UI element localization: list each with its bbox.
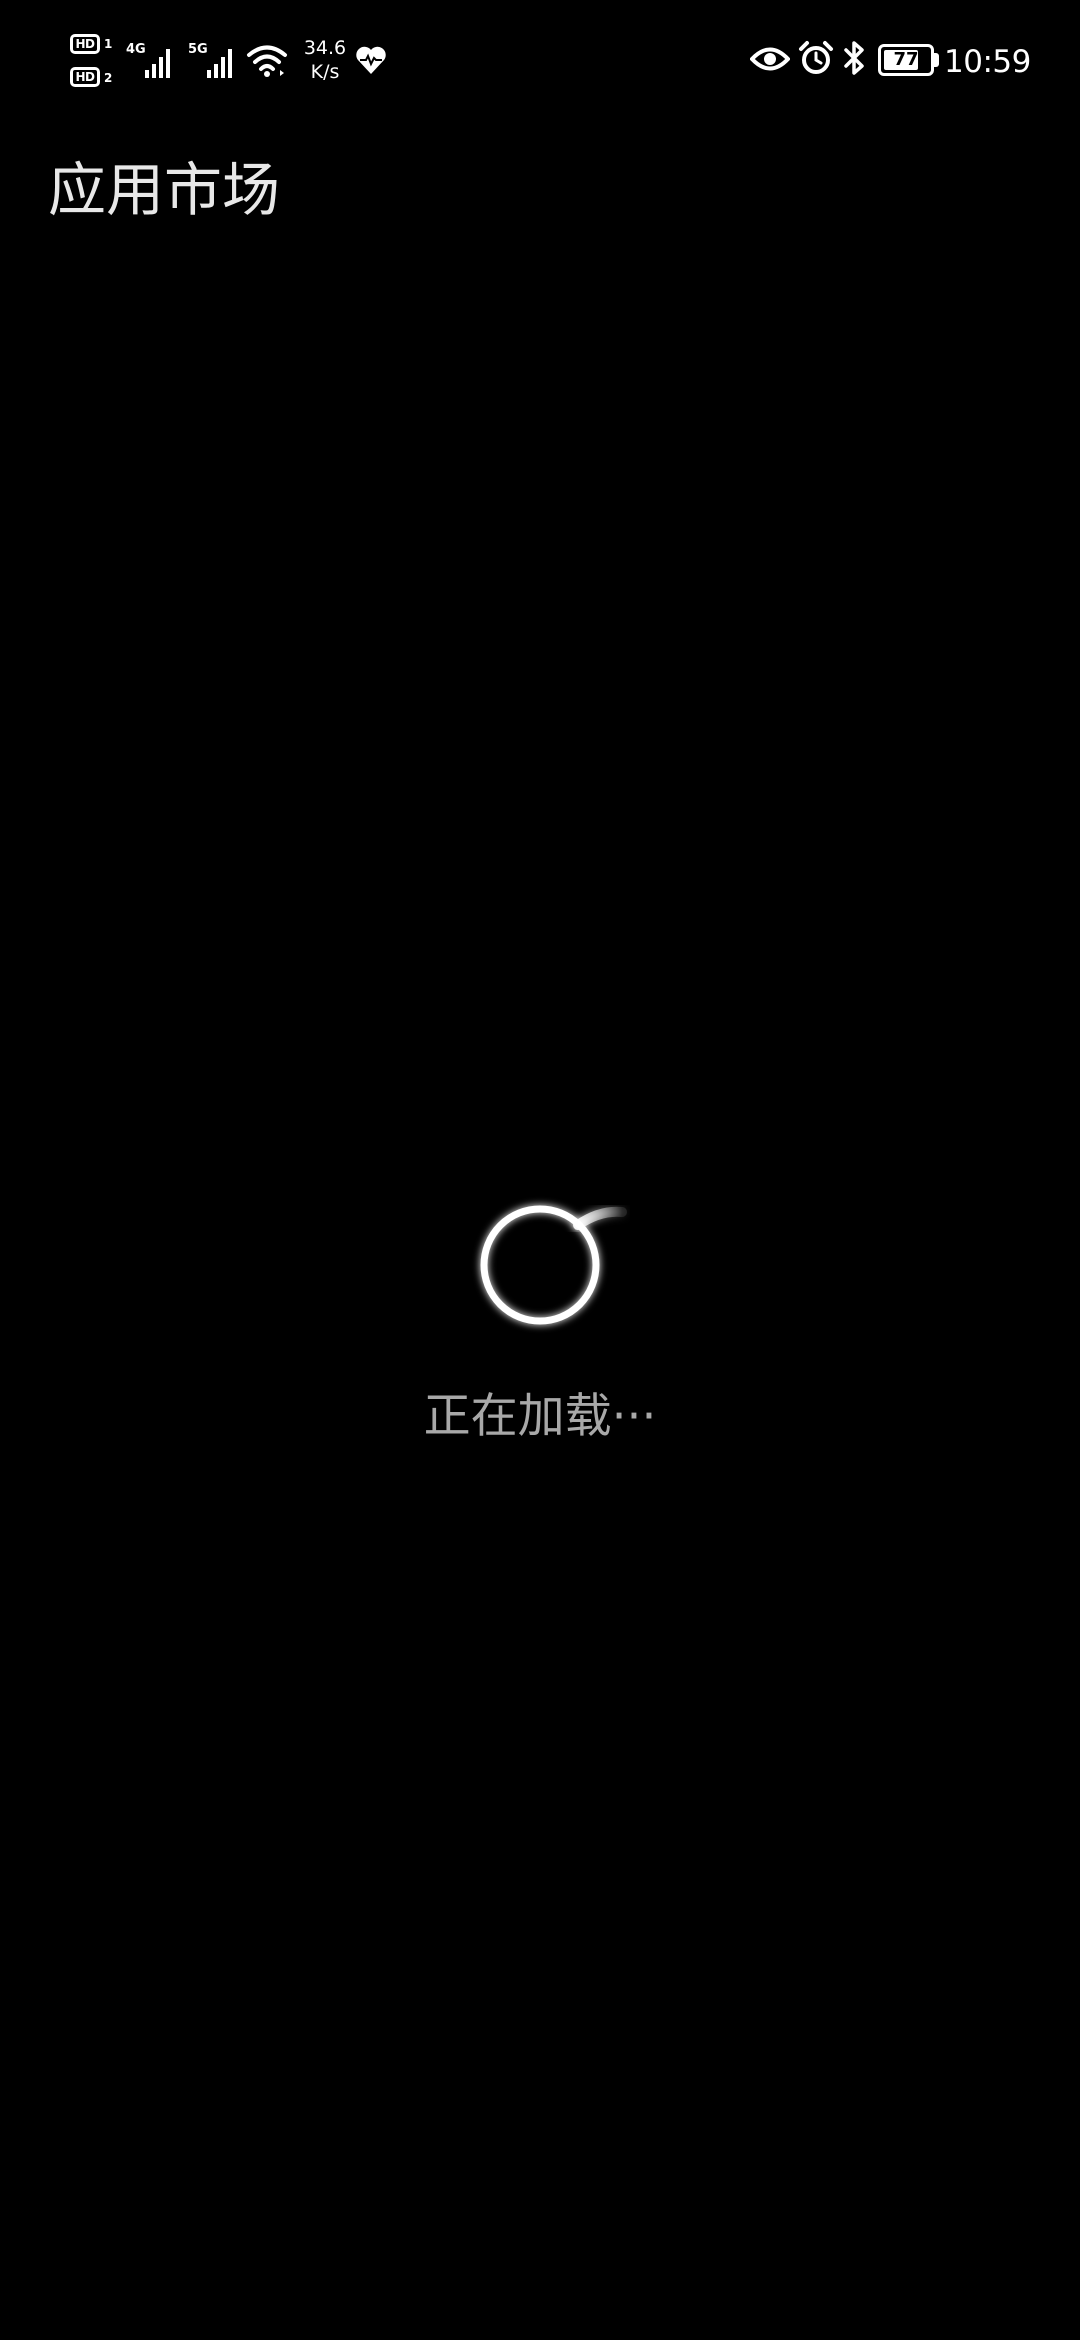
- signal-icon: [145, 49, 170, 78]
- battery-icon: 77: [878, 44, 934, 76]
- alarm-icon: [799, 41, 833, 74]
- heart-icon: [356, 46, 386, 74]
- page-title: 应用市场: [48, 156, 281, 224]
- network-speed: 34.6 K/s: [300, 36, 350, 84]
- battery-level: 77: [893, 49, 919, 70]
- sim1-network-label: 4G: [126, 42, 146, 57]
- clock: 10:59: [944, 44, 1031, 80]
- spinner-tail: [573, 1206, 627, 1230]
- battery-tip: [934, 53, 939, 67]
- network-speed-unit: K/s: [310, 61, 340, 83]
- sim2-network-label: 5G: [188, 42, 208, 57]
- signal-icon: [207, 49, 232, 78]
- hd-badge-sim2: HD: [70, 67, 100, 87]
- sim1-number: 1: [104, 37, 113, 51]
- sim2-number: 2: [104, 71, 113, 85]
- bluetooth-icon: [844, 41, 864, 75]
- status-bar-right: 77 10:59: [750, 38, 1031, 86]
- wifi-icon: [247, 45, 287, 77]
- status-bar: HD 1 HD 2 4G 5G 34.6 K/s 77 10:59: [0, 0, 1080, 120]
- loading-text: 正在加载···: [423, 1389, 657, 1444]
- network-speed-value: 34.6: [303, 37, 347, 59]
- eye-icon: [750, 47, 790, 71]
- sim-indicators: HD 1 HD 2: [70, 30, 118, 94]
- hd-badge-sim1: HD: [70, 34, 100, 54]
- loading-spinner-icon: [480, 1205, 627, 1325]
